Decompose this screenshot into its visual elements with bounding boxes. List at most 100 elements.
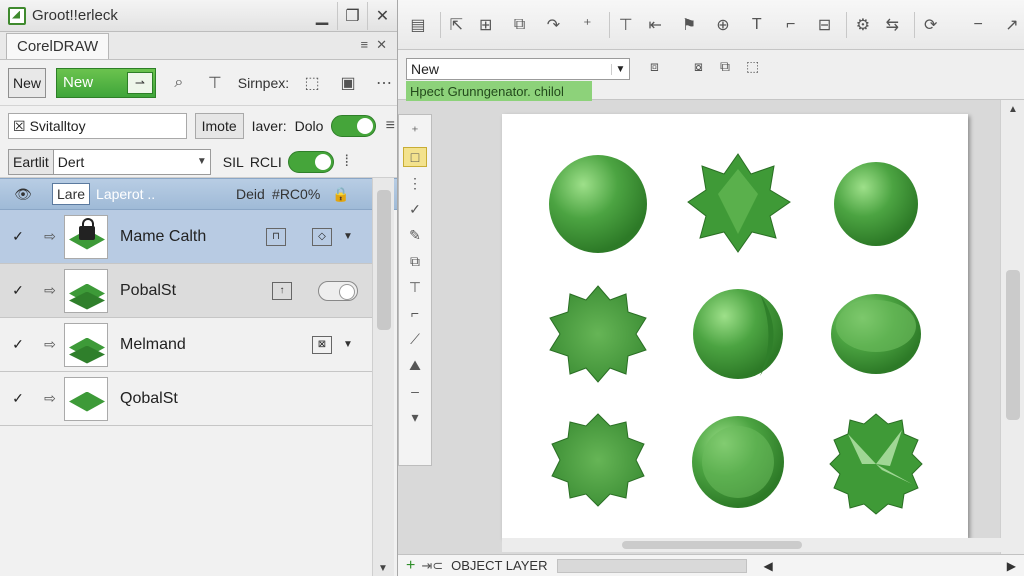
column-options-icon[interactable]: ⁞ — [340, 149, 354, 175]
chevron-down-icon[interactable]: ▼ — [194, 156, 210, 167]
copy-tool-icon[interactable]: ⧉ — [403, 251, 427, 271]
print-icon[interactable]: ↑ — [272, 281, 292, 300]
copy-icon[interactable]: ⧉ — [508, 12, 532, 38]
scroll-up-icon[interactable]: ▲ — [1008, 104, 1018, 115]
copy-props-icon[interactable]: ⧉ — [720, 58, 730, 75]
filter-field[interactable]: ☒ Svitalltoy — [8, 113, 187, 139]
ball-shape[interactable] — [834, 162, 918, 246]
hierarchy-icon[interactable]: ⊤ — [202, 70, 228, 96]
new-document-icon[interactable]: ▤ — [406, 12, 430, 38]
line-tool-icon[interactable]: ⟋ — [403, 329, 427, 349]
scrollbar-thumb[interactable] — [1006, 270, 1020, 420]
rotate-icon[interactable]: ↷ — [542, 12, 566, 38]
align-tool-icon[interactable]: ⊤ — [403, 277, 427, 297]
list-options-icon[interactable]: ≡ — [384, 113, 397, 139]
print-icon[interactable]: ⊓ — [266, 227, 286, 246]
close-icon[interactable]: ✕ — [367, 1, 397, 30]
canvas-vertical-scrollbar[interactable]: ▲ — [1000, 100, 1024, 554]
select-object-icon[interactable]: ⬚ — [299, 70, 325, 96]
edit-combo[interactable]: Eartlit Dert ▼ — [8, 148, 211, 175]
property-combo[interactable]: New ▼ — [406, 58, 630, 80]
move-icon[interactable]: ⁺ — [575, 12, 599, 38]
text-tool-icon[interactable]: T — [745, 12, 769, 38]
table-icon[interactable]: ⊟ — [813, 12, 837, 38]
canvas-horizontal-scrollbar[interactable] — [502, 538, 1004, 552]
align-icon[interactable]: ⊤ — [609, 11, 633, 38]
zoom-icon[interactable]: ⊕ — [711, 12, 735, 38]
status-right-arrow-icon[interactable]: ▶ — [1007, 559, 1016, 573]
toolbox-more-icon[interactable]: ▾ — [403, 407, 427, 427]
expand-icon[interactable]: ↗ — [1000, 12, 1024, 38]
crop-icon[interactable]: ⌐ — [779, 12, 803, 38]
visible-check-icon[interactable]: ✓ — [0, 228, 36, 245]
layer-properties-icon[interactable]: ▣ — [335, 70, 361, 96]
minimize-icon[interactable]: ▁ — [307, 2, 337, 30]
layer-row[interactable]: ✓ ⇨ Melmand ⊠ ▼ — [0, 318, 372, 372]
chevron-down-icon[interactable]: ▼ — [611, 63, 629, 75]
pick-tool-icon[interactable]: ⁺ — [403, 121, 427, 141]
shape-tool-icon[interactable]: ⋮ — [403, 173, 427, 193]
mirror-icon[interactable]: ⧈ — [650, 58, 659, 75]
new-small-button[interactable]: New — [8, 67, 47, 98]
view-toggle[interactable] — [287, 150, 334, 173]
more-options-icon[interactable]: ⋯ — [371, 70, 397, 96]
header-lock-icon[interactable]: 🔒 — [332, 186, 349, 203]
scroll-down-icon[interactable]: ▼ — [378, 563, 388, 574]
refresh-icon[interactable]: ⟳ — [914, 11, 938, 38]
gear-shape[interactable] — [549, 285, 647, 383]
checkbox-icon[interactable]: ☒ — [13, 118, 26, 135]
frame-icon[interactable]: ⬚ — [746, 58, 759, 75]
flip-icon[interactable]: ⧇ — [694, 58, 703, 75]
minus-icon[interactable]: − — [966, 12, 990, 38]
layer-row[interactable]: ✓ ⇨ Mame Calth ⊓ ◇ ▼ — [0, 210, 372, 264]
drawing-page[interactable] — [502, 114, 968, 538]
layer-header-box[interactable]: Lare — [52, 183, 91, 205]
import-icon[interactable]: ⇱ — [439, 11, 464, 38]
tab-menu-icon[interactable]: ≡ — [361, 37, 369, 53]
expand-arrow-icon[interactable]: ⇨ — [36, 336, 64, 353]
expand-arrow-icon[interactable]: ⇨ — [36, 282, 64, 299]
docker-titlebar: Groot!!erleck ▁ ❐ ✕ — [0, 0, 397, 32]
arrange-icon[interactable]: ⇤ — [643, 12, 667, 38]
layer-row[interactable]: ✓ ⇨ PobalSt ↑ — [0, 264, 372, 318]
check-tool-icon[interactable]: ✓ — [403, 199, 427, 219]
expand-arrow-icon[interactable]: ⇨ — [36, 390, 64, 407]
visibility-header-icon[interactable]: 👁 — [0, 186, 46, 203]
dash-tool-icon[interactable]: ‒ — [403, 381, 427, 401]
visible-check-icon[interactable]: ✓ — [0, 282, 36, 299]
new-layer-button[interactable]: New ⇀ — [56, 67, 156, 98]
row-dropdown-icon[interactable]: ▼ — [338, 231, 358, 242]
flag-icon[interactable]: ⚑ — [677, 12, 701, 38]
expand-arrow-icon[interactable]: ⇨ — [36, 228, 64, 245]
edit-icon[interactable]: ⊠ — [312, 335, 332, 354]
effects-icon[interactable]: ⚙ — [846, 11, 870, 38]
layer-row-toggle[interactable] — [318, 280, 358, 301]
import-button[interactable]: Imote — [194, 113, 244, 139]
status-left-arrow-icon[interactable]: ◀ — [763, 559, 772, 573]
new-layer-dropdown-icon[interactable]: ⇀ — [126, 71, 153, 94]
tab-close-icon[interactable]: ✕ — [376, 37, 387, 53]
layer-list-scrollbar[interactable]: ▼ — [372, 178, 394, 576]
group-icon[interactable]: ⊞ — [474, 12, 498, 38]
pen-tool-icon[interactable]: ✎ — [403, 225, 427, 245]
row-dropdown-icon[interactable]: ▼ — [338, 339, 358, 350]
page-tool-icon[interactable]: ⌐ — [403, 303, 427, 323]
visible-check-icon[interactable]: ✓ — [0, 390, 36, 407]
rectangle-tool-icon[interactable]: □ — [403, 147, 427, 167]
sphere-shape[interactable] — [549, 155, 647, 253]
image-tool-icon[interactable]: ⛰ — [403, 355, 427, 375]
tab-coreldraw[interactable]: CorelDRAW — [6, 33, 110, 59]
visible-check-icon[interactable]: ✓ — [0, 336, 36, 353]
layer-row[interactable]: ✓ ⇨ QobalSt — [0, 372, 372, 426]
status-scroll-track[interactable] — [557, 558, 748, 573]
find-icon[interactable]: ⌕ — [166, 70, 192, 96]
transform-icon[interactable]: ⇆ — [880, 12, 904, 38]
add-page-icon[interactable]: + — [406, 557, 415, 575]
layer-toggle[interactable] — [331, 115, 376, 137]
scrollbar-thumb[interactable] — [377, 190, 391, 330]
page-nav-icon[interactable]: ⇥⊂ — [421, 558, 443, 574]
restore-icon[interactable]: ❐ — [337, 1, 367, 30]
edit-icon[interactable]: ◇ — [312, 227, 332, 246]
sun-shape[interactable] — [551, 413, 645, 507]
scrollbar-thumb[interactable] — [622, 541, 802, 549]
